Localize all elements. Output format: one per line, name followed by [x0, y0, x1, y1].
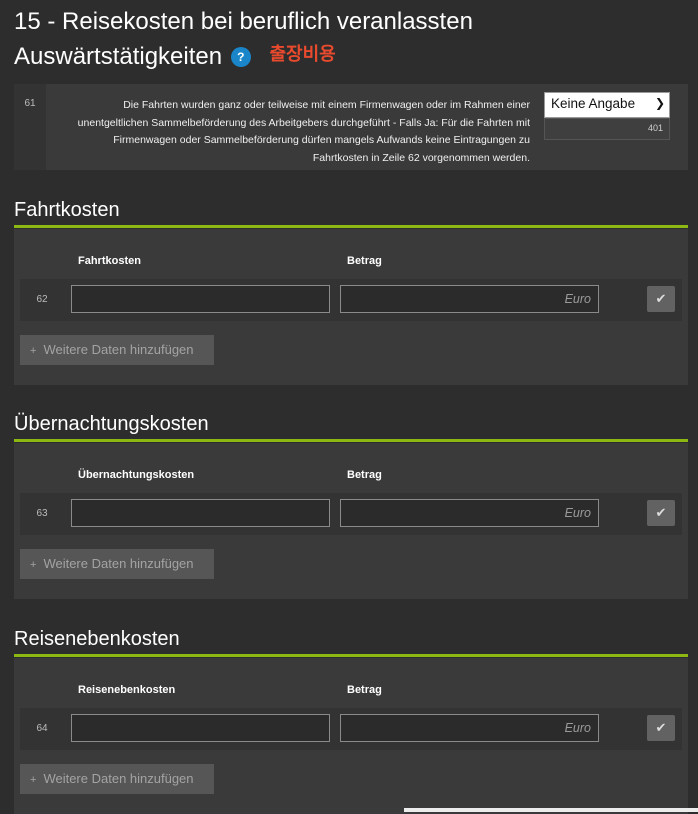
help-icon[interactable]: ?	[230, 47, 251, 67]
section-panel-fahrtkosten: Fahrtkosten Betrag 62 Euro ✔ + Weitere Da…	[14, 229, 688, 385]
add-data-label: Weitere Daten hinzufügen	[43, 342, 194, 357]
plus-icon: +	[30, 774, 37, 786]
column-header-label: Übernachtungskosten	[78, 469, 195, 481]
column-header-label: Fahrtkosten	[78, 255, 141, 267]
line-number: 62	[36, 294, 48, 305]
amount-input[interactable]: Euro	[340, 714, 599, 742]
page-title: 15 - Reisekosten bei beruflich veranlass…	[14, 6, 684, 73]
check-button[interactable]: ✔	[647, 500, 675, 526]
amount-input[interactable]: Euro	[340, 499, 599, 527]
column-header-amount: Betrag	[347, 469, 382, 481]
section-panel-reisenebenkosten: Reisenebenkosten Betrag 64 Euro ✔ + Weite…	[14, 658, 688, 814]
line-number: 63	[36, 508, 48, 519]
add-data-button[interactable]: + Weitere Daten hinzufügen	[20, 335, 214, 365]
checkmark-icon: ✔	[655, 505, 667, 520]
section-title-uebernachtungskosten: Übernachtungskosten	[14, 411, 688, 442]
add-data-button[interactable]: + Weitere Daten hinzufügen	[20, 549, 214, 579]
select-value: Keine Angabe	[551, 96, 636, 111]
column-header-amount: Betrag	[347, 684, 382, 696]
section-title-reisenebenkosten: Reisenebenkosten	[14, 626, 688, 657]
chevron-down-icon: ❯	[654, 96, 665, 110]
annotation-label: 출장비용	[269, 44, 336, 64]
line-number: 64	[36, 723, 48, 734]
description-input[interactable]	[71, 714, 330, 742]
column-header-label: Reisenebenkosten	[78, 684, 176, 696]
column-header-amount: Betrag	[347, 255, 382, 267]
add-data-label: Weitere Daten hinzufügen	[43, 771, 194, 786]
company-car-select[interactable]: Keine Angabe ❯	[544, 92, 670, 118]
check-button[interactable]: ✔	[647, 715, 675, 741]
table-row: 62 Euro ✔	[20, 279, 682, 321]
checkmark-icon: ✔	[655, 720, 667, 735]
check-button[interactable]: ✔	[647, 286, 675, 312]
table-row: 63 Euro ✔	[20, 493, 682, 535]
plus-icon: +	[30, 345, 37, 357]
amount-input[interactable]: Euro	[340, 285, 599, 313]
line-number: 61	[14, 84, 46, 170]
section-panel-uebernachtungskosten: Übernachtungskosten Betrag 63 Euro ✔ + We…	[14, 443, 688, 599]
question-text: Die Fahrten wurden ganz oder teilweise m…	[77, 99, 530, 164]
checkmark-icon: ✔	[655, 291, 667, 306]
description-input[interactable]	[71, 499, 330, 527]
plus-icon: +	[30, 559, 37, 571]
description-input[interactable]	[71, 285, 330, 313]
add-data-button[interactable]: + Weitere Daten hinzufügen	[20, 764, 214, 794]
unit-label: Euro	[564, 292, 591, 306]
table-row: 64 Euro ✔	[20, 708, 682, 750]
section-title-fahrtkosten: Fahrtkosten	[14, 197, 688, 228]
bottom-bar	[404, 808, 698, 812]
question-panel: 61 Die Fahrten wurden ganz oder teilweis…	[14, 84, 688, 170]
unit-label: Euro	[564, 721, 591, 735]
field-code: 401	[544, 118, 670, 140]
add-data-label: Weitere Daten hinzufügen	[43, 556, 194, 571]
unit-label: Euro	[564, 506, 591, 520]
